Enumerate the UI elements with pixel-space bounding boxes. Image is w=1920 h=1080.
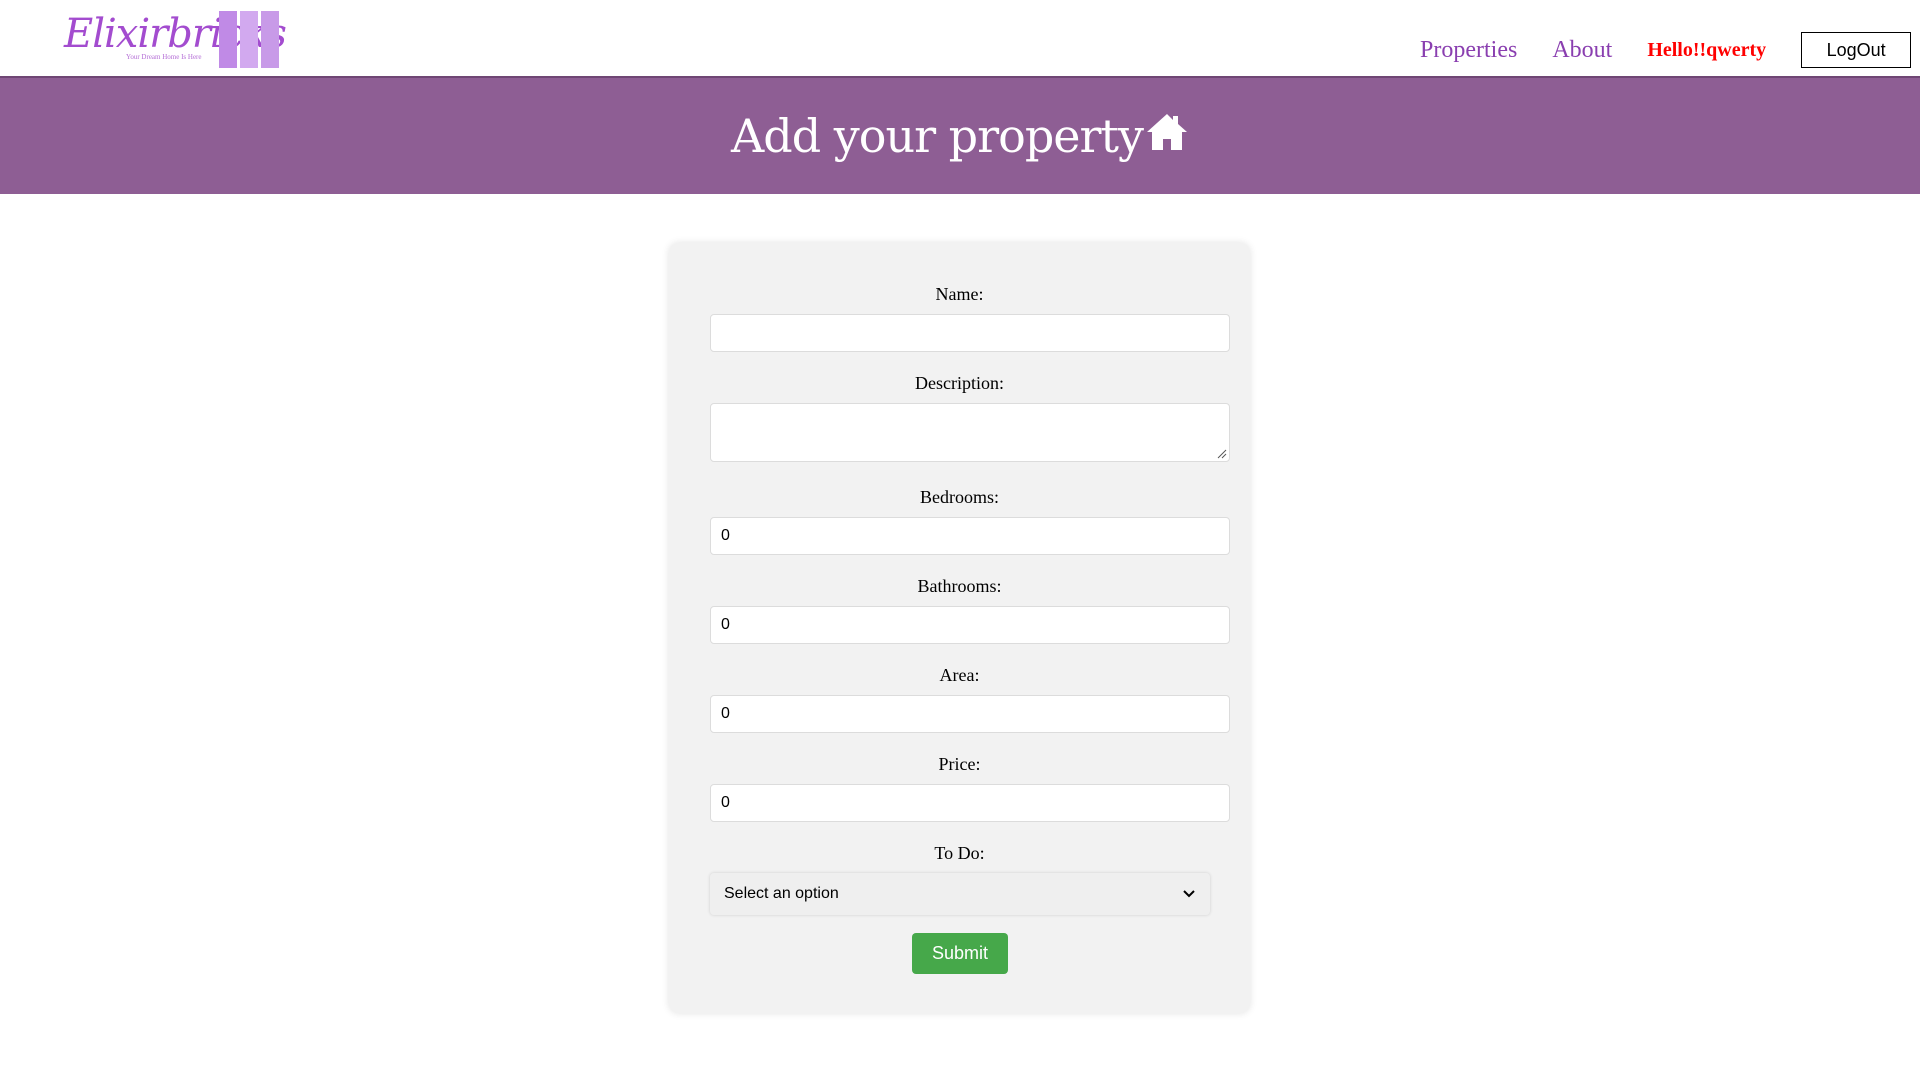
bedrooms-label: Bedrooms: bbox=[920, 487, 999, 507]
nav-link-about[interactable]: About bbox=[1552, 37, 1612, 64]
logout-button[interactable]: LogOut bbox=[1801, 32, 1912, 68]
price-label: Price: bbox=[938, 754, 981, 774]
todo-select-value: Select an option bbox=[724, 885, 839, 902]
page-header-banner: Add your property bbox=[0, 76, 1920, 194]
add-property-form: Name: Description: Bedrooms: Bathrooms: … bbox=[669, 243, 1250, 1013]
submit-button[interactable]: Submit bbox=[912, 933, 1008, 974]
name-input[interactable] bbox=[710, 314, 1230, 352]
description-textarea[interactable] bbox=[710, 403, 1230, 462]
bathrooms-label: Bathrooms: bbox=[917, 576, 1002, 596]
bathrooms-input[interactable] bbox=[710, 606, 1230, 644]
logo-tagline: Your Dream Home Is Here bbox=[126, 53, 202, 61]
todo-select[interactable]: Select an option bbox=[710, 873, 1210, 915]
description-label: Description: bbox=[915, 373, 1004, 393]
todo-label: To Do: bbox=[934, 843, 985, 863]
house-icon bbox=[1146, 114, 1187, 150]
name-label: Name: bbox=[935, 284, 984, 304]
chevron-down-icon bbox=[1183, 890, 1195, 898]
top-navbar: Elixirbricks Your Dream Home Is Here Pro… bbox=[0, 0, 1920, 78]
user-greeting: Hello!!qwerty bbox=[1647, 38, 1767, 61]
bedrooms-input[interactable] bbox=[710, 517, 1230, 555]
site-logo[interactable]: Elixirbricks Your Dream Home Is Here bbox=[0, 0, 350, 78]
page-title-wrap: Add your property bbox=[731, 109, 1189, 163]
page-title: Add your property bbox=[731, 109, 1144, 163]
resize-grip-icon[interactable] bbox=[1217, 449, 1227, 459]
price-input[interactable] bbox=[710, 784, 1230, 822]
logo-bars-icon bbox=[219, 11, 279, 68]
nav-link-properties[interactable]: Properties bbox=[1420, 37, 1517, 64]
nav-links: Properties About Hello!!qwerty LogOut bbox=[1420, 32, 1912, 68]
area-input[interactable] bbox=[710, 695, 1230, 733]
area-label: Area: bbox=[939, 665, 980, 685]
